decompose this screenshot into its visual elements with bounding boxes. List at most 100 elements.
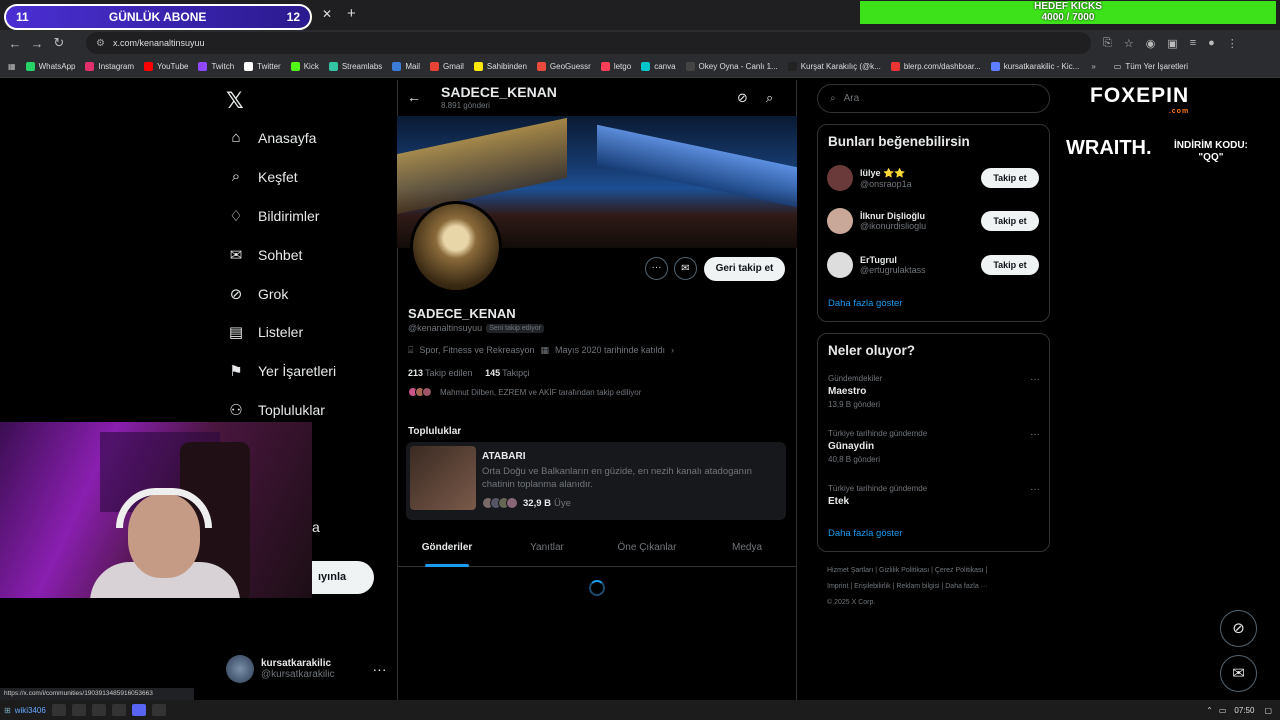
apps-icon[interactable]: ▦: [8, 62, 16, 71]
bookmark-item[interactable]: Mail: [392, 62, 420, 71]
network-icon[interactable]: ▭: [1219, 706, 1227, 715]
bookmark-item[interactable]: blerp.com/dashboar...: [890, 62, 981, 71]
search-icon[interactable]: ⌕: [766, 90, 773, 106]
trend-item[interactable]: Türkiye tarihinde gündemde Etek ···: [828, 484, 1040, 510]
bookmark-item[interactable]: Instagram: [85, 62, 134, 71]
star-icon[interactable]: ☆: [1124, 37, 1134, 50]
profile-avatar[interactable]: [410, 201, 502, 293]
back-icon[interactable]: ←: [4, 36, 26, 51]
back-arrow-icon[interactable]: ←: [407, 89, 421, 105]
messages-fab-icon[interactable]: ✉: [1220, 655, 1257, 692]
bookmark-item[interactable]: Twitch: [198, 62, 234, 71]
bookmark-item[interactable]: kursatkarakilic - Kic...: [990, 62, 1079, 71]
grok-icon[interactable]: ⊘: [737, 90, 748, 106]
trend-more-icon[interactable]: ···: [1030, 484, 1040, 495]
bookmark-item[interactable]: canva: [641, 62, 676, 71]
media-icon[interactable]: ≡: [1190, 37, 1196, 49]
taskbar-app-icon[interactable]: [151, 704, 166, 716]
bookmark-item[interactable]: WhatsApp: [25, 62, 75, 71]
suggestion-item[interactable]: lülye ⭐⭐ @onsraop1a Takip et: [827, 165, 1039, 191]
start-icon[interactable]: ⊞: [4, 706, 11, 715]
follow-back-button[interactable]: Geri takip et: [704, 257, 785, 281]
suggestion-item[interactable]: ErTugrul @ertugrulaktass Takip et: [827, 252, 1039, 278]
bookmark-item[interactable]: GeoGuessr: [536, 62, 591, 71]
nav-grok[interactable]: ⊘ Grok: [226, 285, 289, 303]
bookmark-favicon-icon: [85, 62, 95, 71]
nav-bookmarks[interactable]: ⚑ Yer İşaretleri: [226, 362, 336, 380]
community-card[interactable]: ATABARI Orta Doğu ve Balkanların en güzi…: [406, 442, 786, 520]
taskbar-app-icon[interactable]: [111, 704, 126, 716]
grok-fab-icon[interactable]: ⊘: [1220, 610, 1257, 647]
nav-communities[interactable]: ⚇ Topluluklar: [226, 401, 325, 419]
tab-highlights[interactable]: Öne Çıkanlar: [597, 535, 697, 566]
tab-posts[interactable]: Gönderiler: [397, 535, 497, 567]
more-options-icon[interactable]: ···: [645, 257, 668, 280]
tab-replies[interactable]: Yanıtlar: [497, 535, 597, 566]
home-icon: ⌂: [231, 129, 241, 146]
nav-partial-label: a: [312, 519, 320, 535]
nav-partial-item[interactable]: a: [312, 519, 320, 535]
bookmark-item[interactable]: Kurşat Karakılıç (@k...: [787, 62, 881, 71]
nav-notifications[interactable]: ♢ Bildirimler: [226, 207, 319, 225]
nav-explore[interactable]: ⌕ Keşfet: [226, 168, 298, 185]
trend-more-icon[interactable]: ···: [1030, 374, 1040, 385]
puzzle-icon[interactable]: ▣: [1167, 37, 1177, 50]
bookmark-label: Streamlabs: [341, 62, 383, 71]
show-more-suggestions-link[interactable]: Daha fazla göster: [828, 298, 902, 309]
bookmarks-overflow-icon[interactable]: »: [1091, 62, 1095, 71]
url-text: x.com/kenanaltinsuyuu: [112, 38, 205, 48]
chevron-right-icon[interactable]: ›: [671, 345, 674, 356]
profile-handle-row: @kenanaltinsuyuu Seni takip ediyor: [408, 323, 544, 333]
all-bookmarks[interactable]: ▭ Tüm Yer İşaretleri: [1114, 62, 1188, 71]
forward-icon[interactable]: →: [26, 36, 48, 51]
discount-code-value: "QQ": [1198, 152, 1224, 163]
taskbar-app-icon[interactable]: [51, 704, 66, 716]
suggestion-item[interactable]: İlknur Dişlioğlu @ikonurdislioglu Takip e…: [827, 208, 1039, 234]
clock[interactable]: 07:50: [1234, 706, 1254, 715]
close-tab-icon[interactable]: ✕: [322, 7, 332, 21]
show-more-trends-link[interactable]: Daha fazla göster: [828, 528, 902, 539]
new-tab-icon[interactable]: +: [347, 5, 356, 22]
site-info-icon[interactable]: ⚙: [96, 38, 105, 49]
url-input[interactable]: ⚙ x.com/kenanaltinsuyuu: [86, 32, 1091, 54]
more-icon[interactable]: ···: [373, 661, 387, 677]
tab-media[interactable]: Medya: [697, 535, 797, 566]
bookmark-item[interactable]: Gmail: [429, 62, 464, 71]
nav-home[interactable]: ⌂ Anasayfa: [226, 129, 316, 146]
follow-button[interactable]: Takip et: [981, 255, 1039, 275]
discord-icon[interactable]: [131, 704, 146, 716]
menu-icon[interactable]: ⋮: [1227, 37, 1238, 50]
message-icon[interactable]: ✉: [674, 257, 697, 280]
follow-button[interactable]: Takip et: [981, 211, 1039, 231]
reload-icon[interactable]: ↻: [48, 35, 70, 51]
bookmark-item[interactable]: letgo: [600, 62, 631, 71]
bookmark-item[interactable]: Streamlabs: [328, 62, 383, 71]
install-icon[interactable]: ⎘: [1103, 37, 1112, 50]
wraith-logo: WRAITH.: [1066, 137, 1152, 159]
extension-icon[interactable]: ◉: [1146, 37, 1156, 50]
notification-icon[interactable]: ▢: [1264, 706, 1272, 715]
followed-by-row[interactable]: Mahmut Dilben, EZREM ve AKİF tarafından …: [408, 387, 641, 397]
nav-messages[interactable]: ✉ Sohbet: [226, 246, 303, 264]
follow-button[interactable]: Takip et: [981, 168, 1039, 188]
profile-avatar-icon[interactable]: ●: [1208, 37, 1215, 49]
trend-more-icon[interactable]: ···: [1030, 429, 1040, 440]
following-link[interactable]: 213 Takip edilen: [408, 368, 473, 378]
trend-item[interactable]: Türkiye tarihinde gündemde Günaydin 40,8…: [828, 429, 1040, 464]
taskbar-app-icon[interactable]: [91, 704, 106, 716]
bookmark-item[interactable]: Kick: [290, 62, 319, 71]
footer-links[interactable]: Hizmet Şartları | Gizlilik Politikası | …: [827, 563, 1047, 611]
followers-link[interactable]: 145 Takipçi: [485, 368, 530, 378]
bookmark-item[interactable]: Okey Oyna - Canlı 1...: [685, 62, 778, 71]
bookmark-item[interactable]: Sahibinden: [473, 62, 527, 71]
profile-category[interactable]: Spor, Fitness ve Rekreasyon: [419, 345, 534, 356]
x-logo-icon[interactable]: 𝕏: [226, 88, 244, 114]
bookmark-item[interactable]: Twitter: [244, 62, 281, 71]
trend-item[interactable]: Gündemdekiler Maestro 13,9 B gönderi ···: [828, 374, 1040, 409]
nav-lists[interactable]: ▤ Listeler: [226, 323, 303, 341]
tray-chevron-icon[interactable]: ⌃: [1206, 706, 1213, 715]
account-switcher[interactable]: kursatkarakilic @kursatkarakilic ···: [226, 655, 387, 683]
bookmark-item[interactable]: YouTube: [144, 62, 188, 71]
search-input[interactable]: ⌕ Ara: [817, 84, 1050, 113]
taskbar-app-icon[interactable]: [71, 704, 86, 716]
